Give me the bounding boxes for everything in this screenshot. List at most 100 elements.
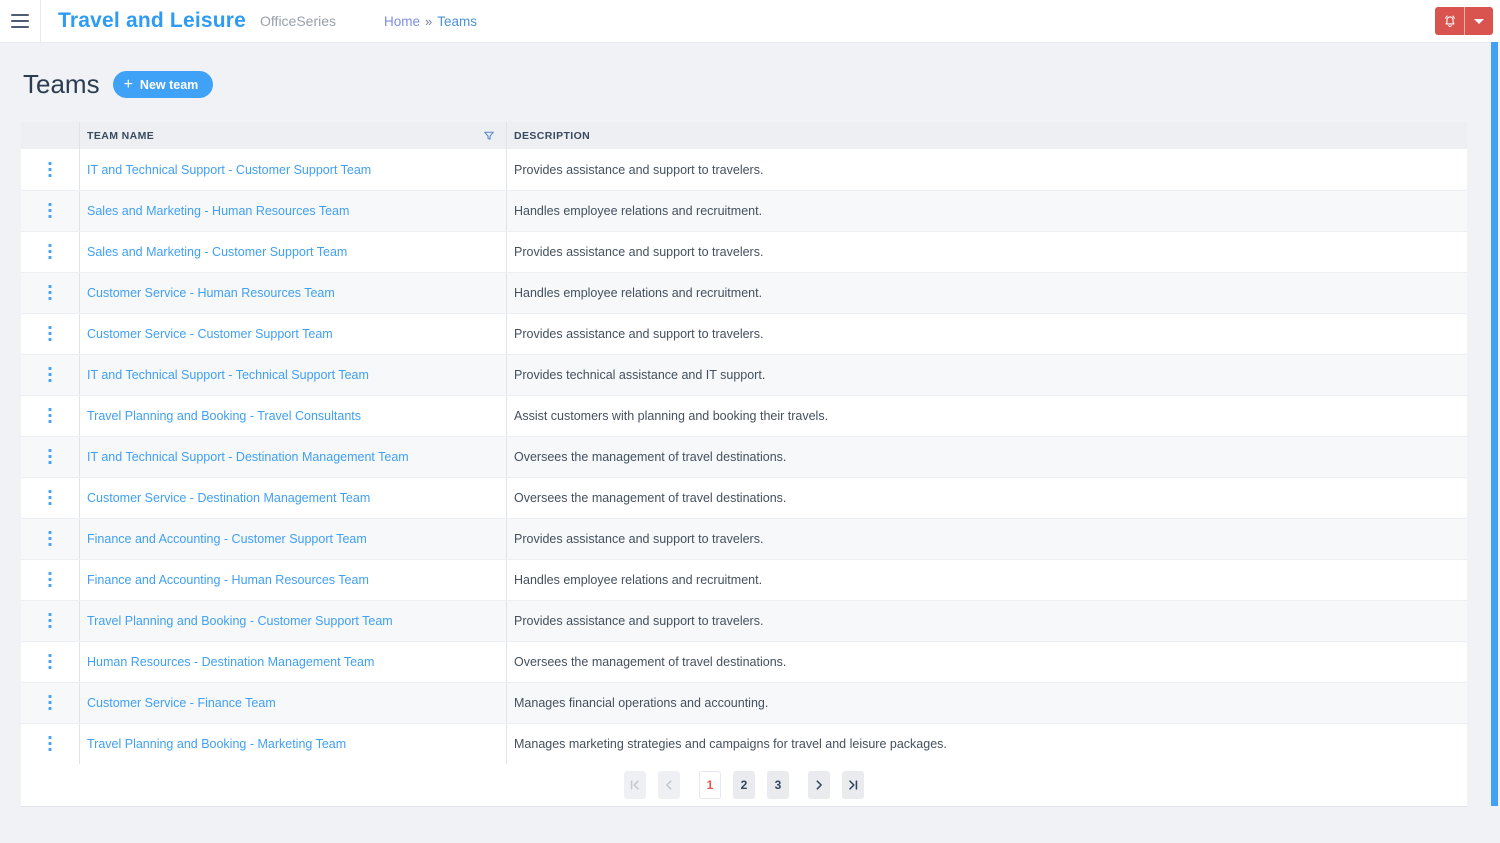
- table-row: Customer Service - Destination Managemen…: [21, 477, 1467, 518]
- row-team-name-cell: Human Resources - Destination Management…: [80, 642, 507, 682]
- team-name-link[interactable]: Customer Service - Finance Team: [87, 696, 276, 710]
- team-description: Handles employee relations and recruitme…: [514, 204, 763, 218]
- row-kebab-menu-button[interactable]: [44, 240, 56, 264]
- bell-icon: [1444, 15, 1455, 27]
- row-team-name-cell: IT and Technical Support - Customer Supp…: [80, 149, 507, 190]
- kebab-icon: [48, 490, 52, 505]
- new-team-button[interactable]: + New team: [112, 71, 214, 98]
- pagination-prev-button[interactable]: [658, 771, 680, 799]
- menu-icon: [11, 14, 29, 28]
- team-description: Provides assistance and support to trave…: [514, 162, 764, 177]
- row-kebab-menu-button[interactable]: [44, 486, 56, 510]
- row-kebab-menu-button[interactable]: [44, 568, 56, 592]
- row-kebab-menu-button[interactable]: [44, 199, 56, 223]
- pagination-next-button[interactable]: [808, 771, 830, 799]
- row-description-cell: Handles employee relations and recruitme…: [507, 273, 1467, 313]
- row-team-name-cell: Finance and Accounting - Customer Suppor…: [80, 519, 507, 559]
- row-actions-cell: [21, 191, 80, 231]
- pagination-first-button[interactable]: [624, 771, 646, 799]
- row-kebab-menu-button[interactable]: [44, 609, 56, 633]
- topbar-dropdown-button[interactable]: [1465, 7, 1493, 35]
- row-kebab-menu-button[interactable]: [44, 404, 56, 428]
- table-row: Customer Service - Human Resources Team …: [21, 272, 1467, 313]
- table-header-row: TEAM NAME DESCRIPTION: [21, 122, 1467, 149]
- row-actions-cell: [21, 355, 80, 395]
- topbar-actions: [1435, 7, 1493, 35]
- breadcrumb-home-link[interactable]: Home: [384, 14, 420, 29]
- row-description-cell: Provides assistance and support to trave…: [507, 314, 1467, 354]
- prev-page-icon: [666, 780, 672, 790]
- row-description-cell: Manages marketing strategies and campaig…: [507, 724, 1467, 764]
- kebab-icon: [48, 161, 52, 177]
- pagination-page-2[interactable]: 2: [733, 771, 755, 799]
- breadcrumb-separator: »: [425, 13, 433, 29]
- row-actions-cell: [21, 273, 80, 313]
- row-kebab-menu-button[interactable]: [44, 527, 56, 551]
- row-description-cell: Oversees the management of travel destin…: [507, 478, 1467, 518]
- pagination-last-button[interactable]: [842, 771, 864, 799]
- page-title: Teams: [23, 69, 100, 99]
- row-kebab-menu-button[interactable]: [44, 281, 56, 305]
- kebab-icon: [48, 695, 52, 710]
- team-name-link[interactable]: IT and Technical Support - Customer Supp…: [87, 163, 371, 177]
- kebab-icon: [48, 203, 52, 218]
- pagination: 1 2 3: [21, 764, 1467, 806]
- row-kebab-menu-button[interactable]: [44, 732, 56, 756]
- column-label-description: DESCRIPTION: [514, 129, 591, 142]
- table-row: Sales and Marketing - Customer Support T…: [21, 231, 1467, 272]
- team-description: Provides assistance and support to trave…: [514, 245, 764, 259]
- team-description: Provides assistance and support to trave…: [514, 614, 764, 628]
- row-kebab-menu-button[interactable]: [44, 158, 56, 182]
- row-team-name-cell: Sales and Marketing - Human Resources Te…: [80, 191, 507, 231]
- row-actions-cell: [21, 314, 80, 354]
- last-page-icon: [849, 780, 858, 790]
- row-kebab-menu-button[interactable]: [44, 691, 56, 715]
- pagination-page-1[interactable]: 1: [699, 771, 721, 799]
- team-name-link[interactable]: Sales and Marketing - Human Resources Te…: [87, 204, 349, 218]
- pagination-page-3[interactable]: 3: [767, 771, 789, 799]
- kebab-icon: [48, 285, 52, 300]
- caret-down-icon: [1474, 18, 1484, 24]
- table-row: IT and Technical Support - Customer Supp…: [21, 149, 1467, 190]
- scrollbar-thumb[interactable]: [1491, 42, 1498, 806]
- hamburger-menu-icon[interactable]: [0, 0, 40, 42]
- row-description-cell: Assist customers with planning and booki…: [507, 396, 1467, 436]
- row-kebab-menu-button[interactable]: [44, 322, 56, 346]
- team-description: Oversees the management of travel destin…: [514, 491, 787, 505]
- row-description-cell: Oversees the management of travel destin…: [507, 437, 1467, 477]
- team-name-link[interactable]: Customer Service - Destination Managemen…: [87, 491, 370, 505]
- row-kebab-menu-button[interactable]: [44, 650, 56, 674]
- row-description-cell: Provides assistance and support to trave…: [507, 519, 1467, 559]
- team-name-link[interactable]: IT and Technical Support - Technical Sup…: [87, 368, 369, 382]
- team-name-link[interactable]: Sales and Marketing - Customer Support T…: [87, 245, 347, 259]
- team-name-link[interactable]: Finance and Accounting - Customer Suppor…: [87, 532, 367, 546]
- team-name-link[interactable]: Customer Service - Human Resources Team: [87, 286, 335, 300]
- table-row: Finance and Accounting - Customer Suppor…: [21, 518, 1467, 559]
- row-actions-cell: [21, 601, 80, 641]
- breadcrumb-current-teams[interactable]: Teams: [437, 14, 477, 29]
- kebab-icon: [48, 449, 52, 464]
- filter-funnel-icon[interactable]: [483, 130, 495, 142]
- team-name-link[interactable]: Travel Planning and Booking - Customer S…: [87, 614, 393, 628]
- team-name-link[interactable]: Finance and Accounting - Human Resources…: [87, 573, 369, 587]
- row-kebab-menu-button[interactable]: [44, 445, 56, 469]
- table-row: Travel Planning and Booking - Travel Con…: [21, 395, 1467, 436]
- team-description: Provides assistance and support to trave…: [514, 532, 764, 546]
- team-name-link[interactable]: Travel Planning and Booking - Marketing …: [87, 737, 346, 751]
- team-description: Handles employee relations and recruitme…: [514, 286, 763, 300]
- row-description-cell: Provides technical assistance and IT sup…: [507, 355, 1467, 395]
- app-subtitle: OfficeSeries: [260, 13, 337, 29]
- notifications-button[interactable]: [1435, 7, 1465, 35]
- team-name-link[interactable]: Human Resources - Destination Management…: [87, 655, 374, 669]
- row-actions-cell: [21, 683, 80, 723]
- team-name-link[interactable]: Travel Planning and Booking - Travel Con…: [87, 409, 361, 423]
- row-description-cell: Handles employee relations and recruitme…: [507, 560, 1467, 600]
- team-name-link[interactable]: IT and Technical Support - Destination M…: [87, 450, 409, 464]
- row-team-name-cell: Customer Service - Finance Team: [80, 683, 507, 723]
- row-description-cell: Provides assistance and support to trave…: [507, 601, 1467, 641]
- team-name-link[interactable]: Customer Service - Customer Support Team: [87, 327, 333, 341]
- app-title: Travel and Leisure: [58, 9, 247, 32]
- row-kebab-menu-button[interactable]: [44, 363, 56, 387]
- team-description: Assist customers with planning and booki…: [514, 409, 829, 423]
- table-row: Travel Planning and Booking - Marketing …: [21, 723, 1467, 764]
